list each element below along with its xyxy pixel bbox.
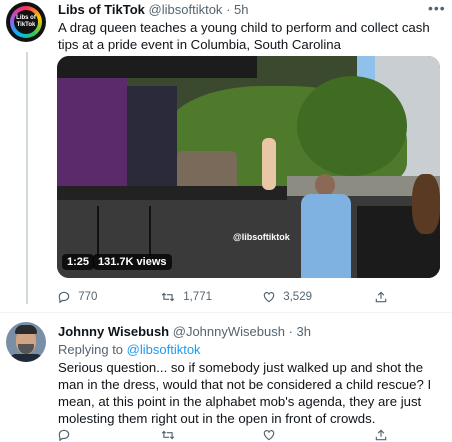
video-scene-performer: [262, 138, 276, 190]
reply-header: Johnny Wisebush @JohnnyWisebush · 3h: [58, 324, 311, 339]
reply-text: Serious question... so if somebody just …: [58, 360, 432, 426]
retweet-action[interactable]: [160, 428, 176, 442]
retweet-count: 1,771: [183, 291, 212, 304]
video-player[interactable]: [57, 56, 440, 278]
video-views-badge: 131.7K views: [93, 254, 172, 270]
avatar[interactable]: Libs of TikTok: [6, 2, 46, 42]
display-name[interactable]: Johnny Wisebush: [58, 324, 169, 339]
reply-icon: [58, 291, 70, 304]
reply-icon: [58, 429, 70, 442]
like-action[interactable]: 3,529: [262, 290, 312, 304]
replying-to: Replying to @libsoftiktok: [58, 342, 201, 357]
separator: ·: [226, 2, 231, 17]
reply-count: 770: [78, 291, 98, 304]
share-action[interactable]: [374, 290, 388, 304]
video-scene-stage-edge: [57, 186, 287, 200]
handle[interactable]: @JohnnyWisebush: [173, 324, 285, 339]
thread-connector-line: [26, 52, 28, 304]
video-scene-spectator: [412, 174, 440, 234]
more-icon[interactable]: •••: [428, 0, 446, 16]
like-action[interactable]: [262, 428, 276, 442]
video-scene-stage-backdrop: [127, 86, 177, 196]
avatar[interactable]: [6, 322, 46, 362]
handle[interactable]: @libsoftiktok: [149, 2, 223, 17]
retweet-icon: [161, 430, 175, 440]
retweet-icon: [161, 292, 175, 302]
replying-to-handle[interactable]: @libsoftiktok: [127, 342, 201, 357]
share-icon: [375, 291, 387, 303]
retweet-action[interactable]: 1,771: [160, 290, 212, 304]
like-icon: [263, 430, 275, 441]
tweet-text: A drag queen teaches a young child to pe…: [58, 20, 430, 52]
video-scene-stage-truss: [57, 56, 257, 78]
timestamp[interactable]: 3h: [297, 324, 311, 339]
avatar-hair: [15, 325, 37, 334]
divider: [0, 312, 452, 313]
timestamp[interactable]: 5h: [234, 2, 248, 17]
replying-to-label: Replying to: [58, 342, 124, 357]
video-duration-badge: 1:25: [62, 254, 95, 270]
avatar-beard: [18, 344, 34, 354]
tweet-header: Libs of TikTok @libsoftiktok · 5h: [58, 2, 249, 17]
like-count: 3,529: [283, 291, 312, 304]
share-icon: [375, 429, 387, 441]
video-scene-tripod: [97, 206, 151, 256]
video-watermark: @libsoftiktok: [233, 232, 290, 242]
separator: ·: [288, 324, 293, 339]
video-scene-trees: [297, 76, 407, 176]
reply-action[interactable]: [57, 428, 71, 442]
video-scene-man-head: [315, 174, 335, 196]
display-name[interactable]: Libs of TikTok: [58, 2, 145, 17]
like-icon: [263, 292, 275, 303]
reply-action[interactable]: 770: [57, 290, 97, 304]
video-scene-man: [301, 194, 351, 278]
avatar-body: [8, 354, 44, 362]
video-scene-stage-backdrop: [57, 78, 127, 198]
avatar-logo-text: Libs of TikTok: [14, 10, 38, 34]
share-action[interactable]: [374, 428, 388, 442]
